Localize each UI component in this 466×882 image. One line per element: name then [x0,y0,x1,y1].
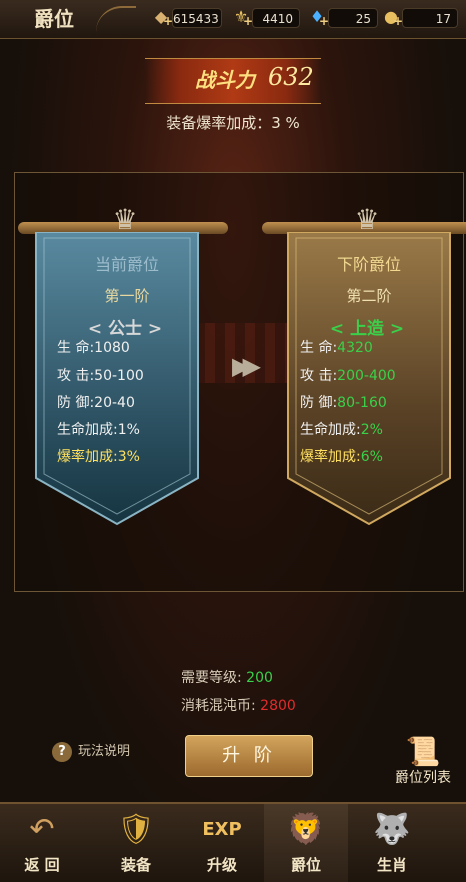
power-value: 632 [268,63,314,91]
nav-level-up-label: 升级 [206,856,237,874]
current-stat-defense: 防 御:20-40 [57,395,135,411]
upgrade-rank-button[interactable]: 升 阶 [185,735,313,777]
rank-list-label: 爵位列表 [395,770,451,786]
exp-icon: EXP [202,819,242,840]
coin-counter: 17 [402,8,458,28]
stat-value: 1% [117,422,140,438]
nav-level-up[interactable]: EXP 升级 [180,804,264,882]
current-tier: 第一阶 [104,287,150,305]
next-rank-name: < 上造 > [329,319,405,339]
current-rank-name: < 公士 > [87,319,163,339]
current-stat-attack: 攻 击:50-100 [57,368,144,384]
next-stat-attack: 攻 击:200-400 [300,368,396,384]
power-label: 战斗力 [195,68,255,92]
stat-value: 80-160 [337,395,387,411]
question-icon: ? [52,742,72,762]
current-stat-drop-bonus: 爆率加成:3% [57,449,140,465]
rules-label: 玩法说明 [78,744,131,759]
back-arrow-icon: ↶ [29,812,55,847]
stat-value: 50-100 [94,368,144,384]
rank-icon: 🦁 [287,812,325,847]
nav-back[interactable]: ↶ 返 回 [0,804,84,882]
stat-value: 3% [117,449,140,465]
next-tier: 第二阶 [346,287,392,305]
current-stat-hp-bonus: 生命加成:1% [57,422,140,438]
nav-rank[interactable]: 🦁 爵位 [264,804,348,882]
nav-rank-label: 爵位 [290,856,321,874]
next-stat-defense: 防 御:80-160 [300,395,387,411]
zodiac-icon: 🐺 [373,812,411,847]
nav-equipment-label: 装备 [120,856,151,874]
ingot-counter: 615433 [172,8,222,28]
next-stat-hp: 生 命:4320 [300,340,373,356]
nav-zodiac[interactable]: 🐺 生肖 [350,804,434,882]
stat-value: 200-400 [337,368,396,384]
required-level-value: 200 [246,670,273,686]
stat-value: 2% [360,422,383,438]
nav-zodiac-label: 生肖 [376,856,407,874]
rules-button[interactable]: ? 玩法说明 [52,740,130,762]
rank-list-button[interactable]: 📜 爵位列表 [385,733,461,791]
required-level: 需要等级: 200 [181,670,273,686]
stat-value: 4320 [337,340,373,356]
bottom-nav: ↶ 返 回 🛡 装备 EXP 升级 🦁 爵位 🐺 生肖 [0,802,466,882]
gold-counter: 4410 [252,8,300,28]
required-cost-value: 2800 [260,698,296,714]
next-stat-hp-bonus: 生命加成:2% [300,422,383,438]
required-cost: 消耗混沌币: 2800 [181,698,296,714]
stat-value: 20-40 [94,395,135,411]
stat-value: 1080 [94,340,130,356]
diamond-counter: 25 [328,8,378,28]
current-stat-hp: 生 命:1080 [57,340,130,356]
stat-value: 6% [360,449,383,465]
next-stat-drop-bonus: 爆率加成:6% [300,449,383,465]
armor-icon: 🛡 [116,812,156,847]
current-rank-header: 当前爵位 [94,255,159,274]
equipment-drop-bonus: 装备爆率加成：3 % [166,114,300,132]
next-arrows-icon: ▶▶ [232,352,261,380]
scroll-icon: 📜 [405,735,441,768]
next-rank-header: 下阶爵位 [336,255,401,274]
nav-equipment[interactable]: 🛡 装备 [94,804,178,882]
nav-back-label: 返 回 [24,856,60,874]
top-bar: 爵位 ◆ + 615433 ⚜ + 4410 ♦ + 25 ● + 17 [0,0,466,39]
